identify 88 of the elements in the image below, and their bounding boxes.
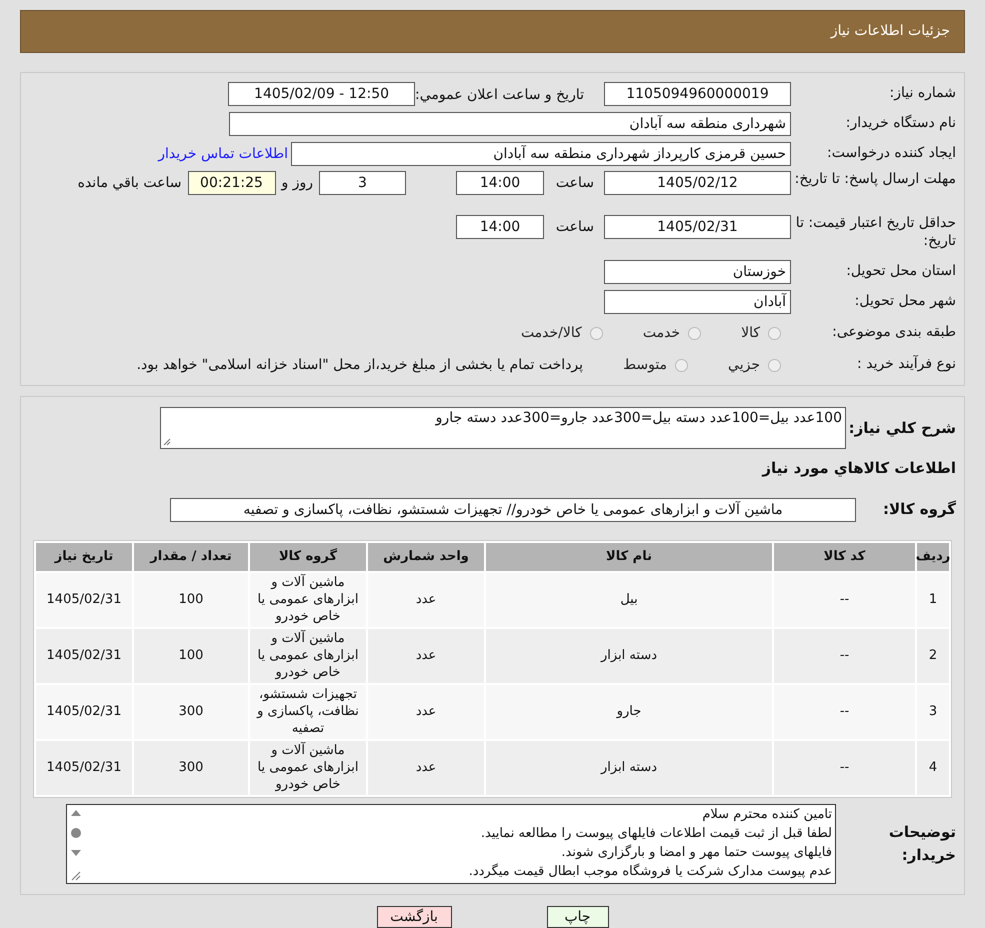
table-cell: -- <box>774 572 915 626</box>
radio-button[interactable] <box>590 326 603 340</box>
radio-button[interactable] <box>768 326 781 340</box>
field-label: شرح کلي نياز: <box>848 418 956 439</box>
text-field[interactable]: 14:00 <box>456 215 544 239</box>
column-header: گروه کالا <box>250 542 366 570</box>
field-label: نام دستگاه خريدار: <box>844 115 956 133</box>
text-field[interactable]: شهرداری منطقه سه آبادان <box>229 112 791 136</box>
remaining-label: ساعت باقي مانده <box>78 174 182 193</box>
text-field[interactable]: 14:00 <box>456 171 544 195</box>
table-cell: دسته ابزار <box>486 740 772 794</box>
field-label: نوع فرآيند خريد : <box>856 356 956 374</box>
column-header: تعداد / مقدار <box>134 542 248 570</box>
radio-button[interactable] <box>675 358 688 372</box>
table-cell: 300 <box>134 740 248 794</box>
field-label: شماره نیاز: <box>888 85 956 103</box>
table-cell: عدد <box>368 740 484 794</box>
table-cell: 2 <box>917 628 949 682</box>
text-field[interactable]: حسین قرمزی کارپرداز شهرداری منطقه سه آبادان <box>291 142 791 166</box>
column-header: رديف <box>917 542 949 570</box>
notes-textarea[interactable]: تامین کننده محترم سلام لطفا قبل از ثبت قیمت اطلاعات فایلهای پیوست را مطالعه نمایید. فایلهای پیوست حتما مهر و امضا و بارگزاری شوند. عدم پیوست مدارک شرکت یا فروشگاه موجب ابطال قیمت میگردد. <box>66 804 836 884</box>
notes-line: لطفا قبل از ثبت قیمت اطلاعات فایلهای پیوست را مطالعه نمایید. <box>480 824 832 842</box>
radio-label: کالا <box>741 324 760 342</box>
text-field[interactable]: آبادان <box>604 290 791 314</box>
text-field[interactable]: 1405/02/09 - 12:50 <box>228 82 416 106</box>
radio-button[interactable] <box>768 358 781 372</box>
text-field[interactable]: 1405/02/12 <box>604 171 791 195</box>
table-cell: 1405/02/31 <box>36 684 132 738</box>
table-cell: 300 <box>134 684 248 738</box>
time-label: ساعت <box>554 174 594 193</box>
text-field[interactable]: خوزستان <box>604 260 791 284</box>
column-header: تاريخ نياز <box>36 542 132 570</box>
table-cell: عدد <box>368 628 484 682</box>
radio-label: جزيي <box>728 356 760 374</box>
table-cell: 1 <box>917 572 949 626</box>
text-field[interactable]: 1405/02/31 <box>604 215 791 239</box>
table-cell: جارو <box>486 684 772 738</box>
column-header: واحد شمارش <box>368 542 484 570</box>
column-header: کد کالا <box>774 542 915 570</box>
field-label: استان محل تحويل: <box>845 263 956 281</box>
notes-line: تامین کننده محترم سلام <box>701 806 832 824</box>
days-label: روز و <box>282 174 313 193</box>
page-title: جزئیات اطلاعات نیاز <box>830 22 950 41</box>
column-header: نام کالا <box>486 542 772 570</box>
contact-link[interactable]: اطلاعات تماس خريدار <box>158 144 288 164</box>
radio-button[interactable] <box>688 326 702 340</box>
table-cell: 100 <box>134 628 248 682</box>
table-cell: عدد <box>368 572 484 626</box>
table-cell: عدد <box>368 684 484 738</box>
table-cell: -- <box>774 740 915 794</box>
field-label: مهلت ارسال پاسخ: تا تاريخ: <box>794 171 956 188</box>
payment-note: پرداخت تمام یا بخشی از مبلغ خرید،از محل "اسناد خزانه اسلامی" خواهد بود. <box>136 356 584 374</box>
field-label: ايجاد کننده درخواست: <box>826 145 956 163</box>
table-cell: 1405/02/31 <box>36 572 132 626</box>
table-cell: 1405/02/31 <box>36 628 132 682</box>
field-label: گروه کالا: <box>882 499 956 520</box>
table-cell: ماشین آلات و ابزارهای عمومی یا خاص خودرو <box>250 572 366 626</box>
table-cell: ماشین آلات و ابزارهای عمومی یا خاص خودرو <box>250 628 366 682</box>
resize-handle-icon[interactable] <box>163 438 171 446</box>
summary-textarea[interactable]: 100عدد بیل=100عدد دسته بیل=300عدد جارو=300عدد دسته جارو <box>160 407 846 449</box>
radio-label: کالا/خدمت <box>520 324 582 342</box>
field-label: تاریخ و ساعت اعلان عمومي: <box>415 87 584 103</box>
table-cell: دسته ابزار <box>486 628 772 682</box>
notes-line: عدم پیوست مدارک شرکت یا فروشگاه موجب ابطال قیمت میگردد. <box>468 862 832 880</box>
print-button[interactable]: چاپ <box>546 906 608 928</box>
table-cell: بیل <box>486 572 772 626</box>
text-field[interactable]: 00:21:25 <box>188 171 276 195</box>
text-field[interactable]: 3 <box>319 171 406 195</box>
table-cell: -- <box>774 684 915 738</box>
field-label: توضيحات خريدار: <box>888 822 956 866</box>
radio-label: متوسط <box>623 356 668 374</box>
table-cell: 3 <box>917 684 949 738</box>
notes-line: فایلهای پیوست حتما مهر و امضا و بارگزاری شوند. <box>560 844 832 862</box>
table-cell: 100 <box>134 572 248 626</box>
back-button[interactable]: بازگشت <box>376 906 452 928</box>
section-title: اطلاعات کالاهاي مورد نياز <box>760 458 956 479</box>
table-cell: ماشین آلات و ابزارهای عمومی یا خاص خودرو <box>250 740 366 794</box>
table-cell: تجهیزات شستشو، نظافت، پاکسازی و تصفیه <box>250 684 366 738</box>
time-label: ساعت <box>554 218 594 237</box>
table-cell: -- <box>774 628 915 682</box>
field-label: طبقه بندی موضوعی: <box>831 324 956 342</box>
text-field[interactable]: 1105094960000019 <box>604 82 791 106</box>
field-label: حداقل تاريخ اعتبار قيمت: تا تاريخ: <box>794 215 956 250</box>
field-label: شهر محل تحويل: <box>854 293 956 311</box>
table-cell: 1405/02/31 <box>36 740 132 794</box>
table-cell: 4 <box>917 740 949 794</box>
text-field[interactable]: ماشین آلات و ابزارهای عمومی یا خاص خودرو// تجهیزات شستشو، نظافت، پاکسازی و تصفیه <box>170 498 856 522</box>
radio-label: خدمت <box>642 324 680 342</box>
